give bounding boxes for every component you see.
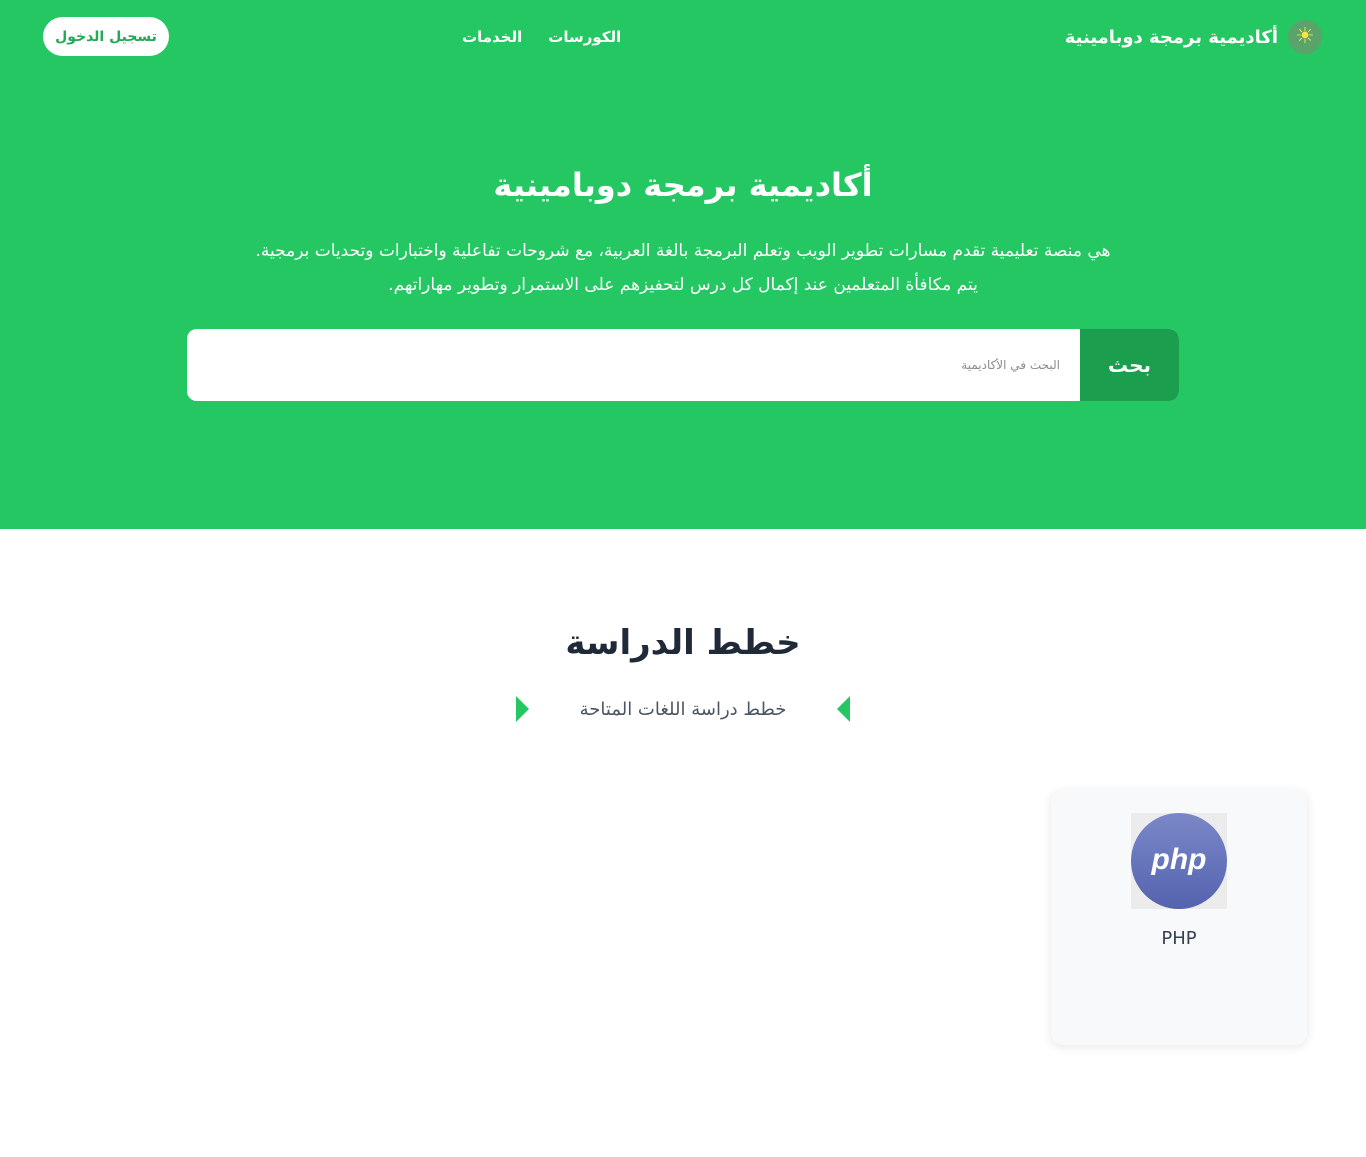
hero-section: ☀ أكاديمية برمجة دوبامينية الخدمات الكور… bbox=[0, 0, 1366, 529]
nav-item-services[interactable]: الخدمات bbox=[462, 28, 522, 46]
search-bar: بحث bbox=[187, 329, 1179, 401]
triangle-right-icon bbox=[516, 696, 529, 722]
plan-card-title: PHP bbox=[1161, 928, 1197, 949]
sun-icon: ☀ bbox=[1288, 20, 1322, 54]
section-subtitle: خطط دراسة اللغات المتاحة bbox=[516, 694, 850, 724]
brand[interactable]: ☀ أكاديمية برمجة دوبامينية bbox=[1065, 18, 1322, 56]
nav-item-courses[interactable]: الكورسات bbox=[548, 28, 621, 46]
triangle-left-icon bbox=[836, 696, 850, 722]
plan-card[interactable]: php PHP bbox=[1051, 790, 1307, 1045]
php-logo-text: php bbox=[1151, 843, 1207, 876]
brand-name: أكاديمية برمجة دوبامينية bbox=[1064, 26, 1278, 48]
section-subtitle-text: خطط دراسة اللغات المتاحة bbox=[579, 698, 787, 720]
section-title: خطط الدراسة bbox=[565, 623, 801, 663]
search-button[interactable]: بحث bbox=[1080, 329, 1179, 401]
login-button[interactable]: تسجيل الدخول bbox=[43, 17, 169, 56]
main-nav: الخدمات الكورسات bbox=[462, 25, 621, 49]
hero-title: أكاديمية برمجة دوبامينية bbox=[493, 166, 873, 204]
hero-description: هي منصة تعليمية تقدم مسارات تطوير الويب … bbox=[255, 241, 1111, 295]
search-input[interactable] bbox=[187, 329, 1080, 401]
php-logo: php bbox=[1131, 813, 1227, 909]
